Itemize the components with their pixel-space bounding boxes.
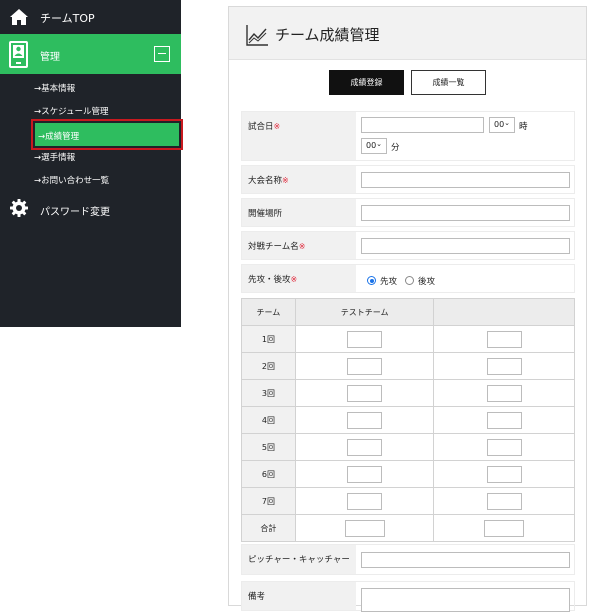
column-header-away xyxy=(433,298,575,326)
sidebar-subitem-results-highlight[interactable]: →成績管理 xyxy=(31,119,183,150)
radio-second[interactable] xyxy=(405,276,414,285)
chevron-down-icon: ⌄ xyxy=(504,119,510,127)
inning-label: 4回 xyxy=(241,406,296,434)
sidebar-subitem-schedule[interactable]: →スケジュール管理 xyxy=(34,105,109,117)
form-row-tournament: 大会名称※ xyxy=(241,165,575,194)
collapse-icon[interactable] xyxy=(154,46,170,62)
table-row-total: 合計 xyxy=(241,514,575,542)
required-mark: ※ xyxy=(298,242,306,251)
home-score-input[interactable] xyxy=(347,357,383,375)
gear-icon xyxy=(10,199,28,217)
away-score-input[interactable] xyxy=(486,411,522,429)
inning-label: 3回 xyxy=(241,379,296,407)
sidebar-subitem-results[interactable]: →成績管理 xyxy=(35,123,179,146)
form-row-opponent: 対戦チーム名※ xyxy=(241,231,575,260)
column-header-team: チーム xyxy=(241,298,296,326)
inning-label: 6回 xyxy=(241,460,296,488)
hour-unit: 時 xyxy=(519,122,528,132)
opponent-input[interactable] xyxy=(361,238,570,254)
form-row-battery: ピッチャー・キャッチャー xyxy=(241,544,575,575)
column-header-home: テストチーム xyxy=(294,298,435,326)
required-mark: ※ xyxy=(290,275,298,284)
field-label: 大会名称※ xyxy=(242,166,356,193)
field-label: 開催場所 xyxy=(242,199,356,226)
sidebar: チームTOP 管理 →基本情報 →スケジュール管理 →成績管理 →選手情報 →お… xyxy=(0,0,183,327)
tournament-input[interactable] xyxy=(361,172,570,188)
required-mark: ※ xyxy=(282,176,289,185)
away-total-input[interactable] xyxy=(484,519,525,537)
form-row-order: 先攻・後攻※ 先攻 後攻 xyxy=(241,264,575,293)
field-label: 対戦チーム名※ xyxy=(242,232,356,259)
sidebar-item-password[interactable]: パスワード変更 xyxy=(0,198,181,220)
form-row-venue: 開催場所 xyxy=(241,198,575,227)
panel-header: チーム成績管理 xyxy=(229,7,586,60)
inning-label: 2回 xyxy=(241,352,296,380)
table-row: 2回 xyxy=(241,352,575,380)
sidebar-section-label: 管理 xyxy=(40,52,60,63)
chart-line-icon xyxy=(246,25,268,46)
away-score-input[interactable] xyxy=(486,330,522,348)
sidebar-subitem-label: →成績管理 xyxy=(38,132,80,142)
sidebar-subitem-players[interactable]: →選手情報 xyxy=(34,151,75,163)
date-input[interactable] xyxy=(361,117,484,133)
radio-first[interactable] xyxy=(367,276,376,285)
inning-label: 7回 xyxy=(241,487,296,515)
table-row: 6回 xyxy=(241,460,575,488)
home-score-input[interactable] xyxy=(347,465,383,483)
sidebar-subitem-inquiries[interactable]: →お問い合わせ一覧 xyxy=(34,174,109,186)
results-panel: チーム成績管理 成績登録 成績一覧 試合日※ 00 ⌄ 時 00 ⌄ 分 大会名称※… xyxy=(228,6,587,612)
sidebar-item-team-top[interactable]: チームTOP xyxy=(0,0,181,34)
venue-input[interactable] xyxy=(361,205,570,221)
sidebar-subitem-basic-info[interactable]: →基本情報 xyxy=(34,82,75,94)
score-table: チーム テストチーム 1回 2回 3回 4回 5回 6回 7回 合計 xyxy=(241,298,575,542)
table-row: 1回 xyxy=(241,325,575,353)
form-row-notes: 備考 xyxy=(241,581,575,612)
field-label: 備考 xyxy=(242,582,356,610)
field-label: 先攻・後攻※ xyxy=(242,265,356,292)
results-list-button[interactable]: 成績一覧 xyxy=(411,70,486,95)
radio-first-label: 先攻 xyxy=(380,277,398,287)
sidebar-item-label: チームTOP xyxy=(40,12,95,25)
home-score-input[interactable] xyxy=(347,411,383,429)
total-label: 合計 xyxy=(241,514,296,542)
away-score-input[interactable] xyxy=(486,465,522,483)
required-mark: ※ xyxy=(273,122,281,131)
table-row: 3回 xyxy=(241,379,575,407)
home-score-input[interactable] xyxy=(347,438,383,456)
away-score-input[interactable] xyxy=(486,384,522,402)
home-score-input[interactable] xyxy=(347,384,383,402)
home-score-input[interactable] xyxy=(347,330,383,348)
home-total-input[interactable] xyxy=(344,519,385,537)
away-score-input[interactable] xyxy=(486,438,522,456)
battery-input[interactable] xyxy=(361,552,570,568)
chevron-down-icon: ⌄ xyxy=(376,140,382,148)
table-row: 4回 xyxy=(241,406,575,434)
home-score-input[interactable] xyxy=(347,492,383,510)
field-label: ピッチャー・キャッチャー xyxy=(242,545,356,574)
page-title: チーム成績管理 xyxy=(275,26,380,44)
form-row-date: 試合日※ 00 ⌄ 時 00 ⌄ 分 xyxy=(241,111,575,161)
away-score-input[interactable] xyxy=(486,357,522,375)
table-row: 5回 xyxy=(241,433,575,461)
field-label: 試合日※ xyxy=(242,112,356,160)
inning-label: 5回 xyxy=(241,433,296,461)
home-icon xyxy=(10,9,28,25)
sidebar-item-label: パスワード変更 xyxy=(40,207,110,218)
register-results-button[interactable]: 成績登録 xyxy=(329,70,404,95)
inning-label: 1回 xyxy=(241,325,296,353)
notes-input[interactable] xyxy=(361,588,570,612)
table-row: 7回 xyxy=(241,487,575,515)
away-score-input[interactable] xyxy=(486,492,522,510)
table-header-row: チーム テストチーム xyxy=(241,298,575,326)
hour-select[interactable]: 00 ⌄ xyxy=(489,117,515,133)
minute-select[interactable]: 00 ⌄ xyxy=(361,138,387,154)
sidebar-section-manage[interactable]: 管理 xyxy=(0,34,181,74)
radio-second-label: 後攻 xyxy=(418,277,436,287)
id-card-icon xyxy=(9,41,28,68)
minute-unit: 分 xyxy=(391,143,400,153)
